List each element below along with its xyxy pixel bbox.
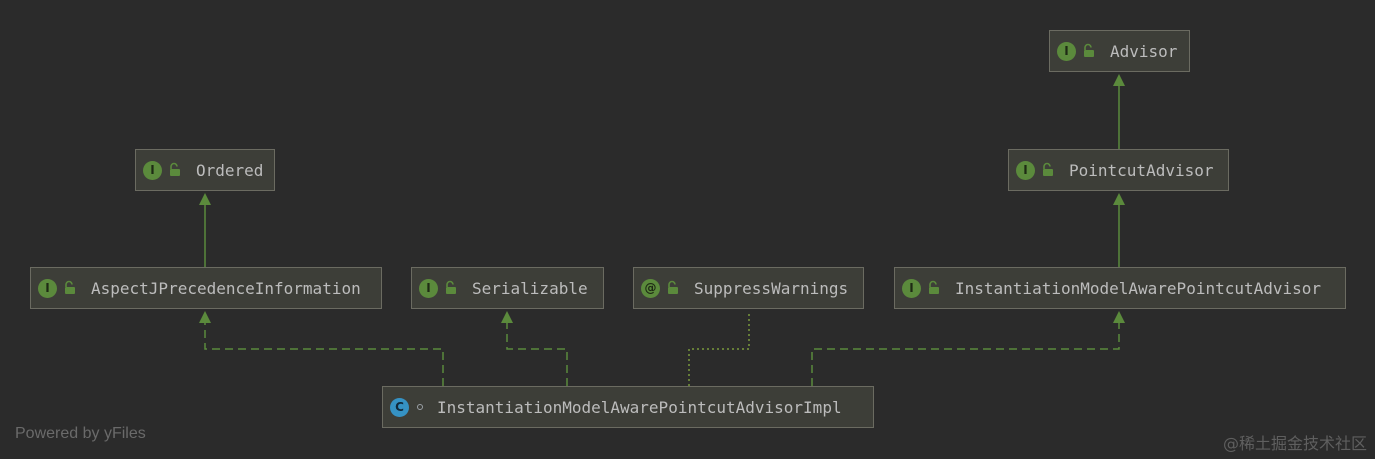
watermark: @稀土掘金技术社区 [1222, 434, 1367, 453]
interface-icon: I [419, 278, 438, 298]
node-instantiationmodelawarepointcutadvisor[interactable]: I InstantiationModelAwarePointcutAdvisor [894, 267, 1346, 309]
node-label: SuppressWarnings [694, 278, 849, 298]
node-label: Serializable [472, 278, 588, 298]
interface-icon: I [902, 278, 921, 298]
node-suppresswarnings[interactable]: @ SuppressWarnings [633, 267, 864, 309]
node-aspectjprecedenceinformation[interactable]: I AspectJPrecedenceInformation [30, 267, 382, 309]
lock-open-icon [1043, 162, 1053, 176]
lock-open-icon [668, 280, 678, 294]
interface-icon: I [143, 160, 162, 180]
annotation-icon: @ [641, 278, 660, 298]
interface-icon: I [38, 278, 57, 298]
package-private-icon [417, 404, 423, 410]
lock-open-icon [65, 280, 75, 294]
edge-impl-suppresswarnings [688, 311, 750, 386]
node-label: Ordered [196, 160, 264, 180]
node-label: AspectJPrecedenceInformation [91, 278, 361, 298]
lock-open-icon [446, 280, 456, 294]
node-advisor[interactable]: I Advisor [1049, 30, 1190, 72]
powered-by-label: Powered by yFiles [15, 425, 146, 442]
interface-icon: I [1057, 41, 1076, 61]
node-label: PointcutAdvisor [1069, 160, 1214, 180]
node-pointcutadvisor[interactable]: I PointcutAdvisor [1008, 149, 1229, 191]
node-label: Advisor [1110, 41, 1178, 61]
lock-open-icon [1084, 43, 1094, 57]
node-instantiationmodelawarepointcutadvisorimpl[interactable]: C InstantiationModelAwarePointcutAdvisor… [382, 386, 874, 428]
node-label: InstantiationModelAwarePointcutAdvisor [955, 278, 1322, 298]
class-icon: C [390, 397, 409, 417]
interface-icon: I [1016, 160, 1035, 180]
node-serializable[interactable]: I Serializable [411, 267, 604, 309]
lock-open-icon [170, 162, 180, 176]
lock-open-icon [929, 280, 939, 294]
edge-impl-imapa [811, 311, 1125, 386]
edge-impl-serializable [501, 311, 568, 386]
node-ordered[interactable]: I Ordered [135, 149, 275, 191]
node-label: InstantiationModelAwarePointcutAdvisorIm… [437, 397, 842, 417]
edge-impl-aspectj [199, 311, 444, 386]
